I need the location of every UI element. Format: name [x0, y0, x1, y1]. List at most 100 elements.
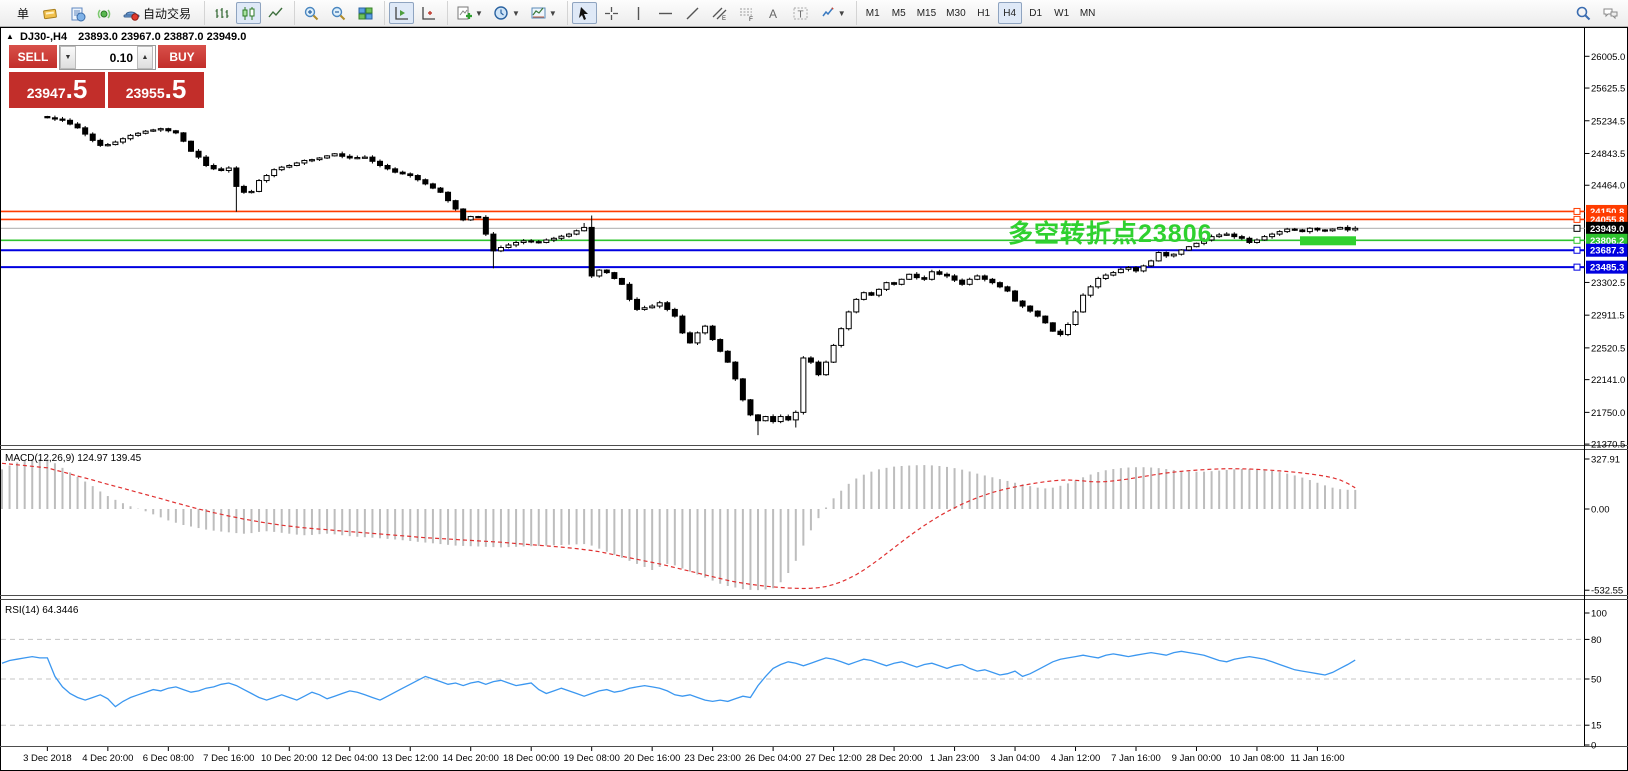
support-zone-highlight: [1300, 236, 1356, 245]
text-tool[interactable]: A: [761, 2, 786, 24]
svg-text:F: F: [749, 16, 753, 22]
timeframe-m1[interactable]: M1: [861, 2, 885, 24]
templates-button[interactable]: ▼: [526, 2, 561, 24]
arrows-tool[interactable]: ▼: [815, 2, 850, 24]
chart-shift-icon[interactable]: [416, 2, 441, 24]
chart-canvas[interactable]: 26005.025625.525234.524843.524464.023302…: [0, 27, 1628, 771]
chart-window: 26005.025625.525234.524843.524464.023302…: [0, 27, 1628, 771]
time-axis-label: 9 Jan 00:00: [1172, 753, 1222, 764]
sell-price-display[interactable]: 23947 .5: [9, 72, 105, 108]
time-axis-label: 23 Dec 23:00: [684, 753, 741, 764]
chart-annotation-text[interactable]: 多空转折点23806: [1008, 214, 1213, 250]
svg-text:23687.3: 23687.3: [1590, 246, 1624, 257]
price-axis-tick: 21750.0: [1591, 408, 1625, 419]
cursor-tool[interactable]: [572, 2, 597, 24]
volume-spinner: ▼ ▲: [59, 45, 156, 70]
fibonacci-tool[interactable]: F: [734, 2, 759, 24]
svg-text:23485.3: 23485.3: [1590, 263, 1624, 274]
crosshair-tool[interactable]: [599, 2, 624, 24]
time-axis-label: 10 Dec 20:00: [261, 753, 318, 764]
tile-windows-icon[interactable]: [353, 2, 378, 24]
rsi-axis-tick: 50: [1591, 675, 1602, 686]
vertical-line-tool[interactable]: [626, 2, 651, 24]
price-axis-tick: 26005.0: [1591, 52, 1625, 63]
buy-price-display[interactable]: 23955 .5: [108, 72, 204, 108]
equidistant-channel-tool[interactable]: E: [707, 2, 732, 24]
time-axis-label: 12 Dec 04:00: [322, 753, 379, 764]
macd-indicator-label: MACD(12,26,9) 124.97 139.45: [5, 453, 141, 464]
volume-decrease-button[interactable]: ▼: [60, 46, 76, 69]
new-order-button[interactable]: 单: [10, 2, 36, 24]
zoom-out-icon[interactable]: [326, 2, 351, 24]
time-axis-label: 10 Jan 08:00: [1229, 753, 1284, 764]
trendline-tool[interactable]: [680, 2, 705, 24]
deposit-icon[interactable]: [38, 2, 63, 24]
rsi-indicator-label: RSI(14) 64.3446: [5, 605, 78, 616]
sell-price: 23947: [27, 77, 66, 101]
price-axis-tick: 24464.0: [1591, 181, 1625, 192]
sell-price-fraction: .5: [66, 72, 88, 106]
text-label-tool[interactable]: T: [788, 2, 813, 24]
bar-chart-icon[interactable]: [209, 2, 234, 24]
rsi-axis-tick: 15: [1591, 721, 1602, 732]
timeframe-mn[interactable]: MN: [1076, 2, 1100, 24]
time-axis-label: 1 Jan 23:00: [930, 753, 980, 764]
reports-icon[interactable]: [65, 2, 90, 24]
timeframe-h4[interactable]: H4: [998, 2, 1022, 24]
auto-scroll-icon[interactable]: [389, 2, 414, 24]
timeframe-m15[interactable]: M15: [913, 2, 940, 24]
time-axis-label: 7 Dec 16:00: [203, 753, 254, 764]
price-axis-tick: 21370.5: [1591, 440, 1625, 451]
chart-tools-group: ▼ ▼ ▼: [447, 1, 565, 25]
time-axis-label: 6 Dec 08:00: [143, 753, 194, 764]
sell-button[interactable]: SELL: [9, 45, 57, 70]
volume-increase-button[interactable]: ▲: [137, 46, 153, 69]
horizontal-line-tool[interactable]: [653, 2, 678, 24]
macd-axis-tick: 0.00: [1591, 505, 1610, 516]
scroll-group: [384, 1, 445, 25]
timeframe-d1[interactable]: D1: [1024, 2, 1048, 24]
price-axis-tick: 22911.5: [1591, 311, 1625, 322]
timeframe-w1[interactable]: W1: [1050, 2, 1074, 24]
chevron-down-icon: ▼: [838, 9, 846, 18]
timeframe-h1[interactable]: H1: [972, 2, 996, 24]
chat-icon[interactable]: [1598, 2, 1623, 24]
time-axis-label: 3 Jan 04:00: [990, 753, 1040, 764]
zoom-group: [294, 1, 382, 25]
buy-price: 23955: [126, 77, 165, 101]
time-axis-label: 13 Dec 12:00: [382, 753, 439, 764]
zoom-in-icon[interactable]: [299, 2, 324, 24]
svg-text:E: E: [722, 16, 726, 22]
chevron-down-icon: ▼: [549, 9, 557, 18]
svg-text:T: T: [797, 9, 803, 20]
main-toolbar: 单 自动交易: [0, 0, 1628, 27]
price-axis-tick: 22520.5: [1591, 343, 1625, 354]
signals-icon[interactable]: [92, 2, 117, 24]
autotrading-button[interactable]: 自动交易: [119, 2, 198, 24]
price-axis-tick: 25625.5: [1591, 84, 1625, 95]
time-axis-label: 3 Dec 2018: [23, 753, 72, 764]
chevron-down-icon: ▼: [475, 9, 483, 18]
svg-text:23949.0: 23949.0: [1590, 224, 1624, 235]
time-axis-label: 26 Dec 04:00: [745, 753, 802, 764]
standard-toolbar-group: 单 自动交易: [6, 1, 202, 25]
chart-collapse-icon[interactable]: ▲: [6, 32, 14, 41]
timeframe-m5[interactable]: M5: [887, 2, 911, 24]
time-axis-label: 19 Dec 08:00: [563, 753, 620, 764]
line-chart-icon[interactable]: [263, 2, 288, 24]
timeframe-m30[interactable]: M30: [942, 2, 969, 24]
volume-input[interactable]: [76, 46, 137, 69]
time-axis-label: 4 Dec 20:00: [82, 753, 133, 764]
macd-histogram: [2, 459, 1355, 590]
one-click-trading-panel: SELL ▼ ▲ BUY 23947 .5 23955 .5: [9, 45, 206, 108]
search-icon[interactable]: [1571, 2, 1596, 24]
buy-button[interactable]: BUY: [158, 45, 206, 70]
new-chart-button[interactable]: ▼: [452, 2, 487, 24]
candlestick-chart-icon[interactable]: [236, 2, 261, 24]
macd-axis-tick: -532.55: [1591, 586, 1623, 597]
chart-type-group: [204, 1, 292, 25]
time-axis-label: 18 Dec 00:00: [503, 753, 560, 764]
period-clock-button[interactable]: ▼: [489, 2, 524, 24]
chevron-down-icon: ▼: [512, 9, 520, 18]
time-axis-label: 28 Dec 20:00: [866, 753, 923, 764]
